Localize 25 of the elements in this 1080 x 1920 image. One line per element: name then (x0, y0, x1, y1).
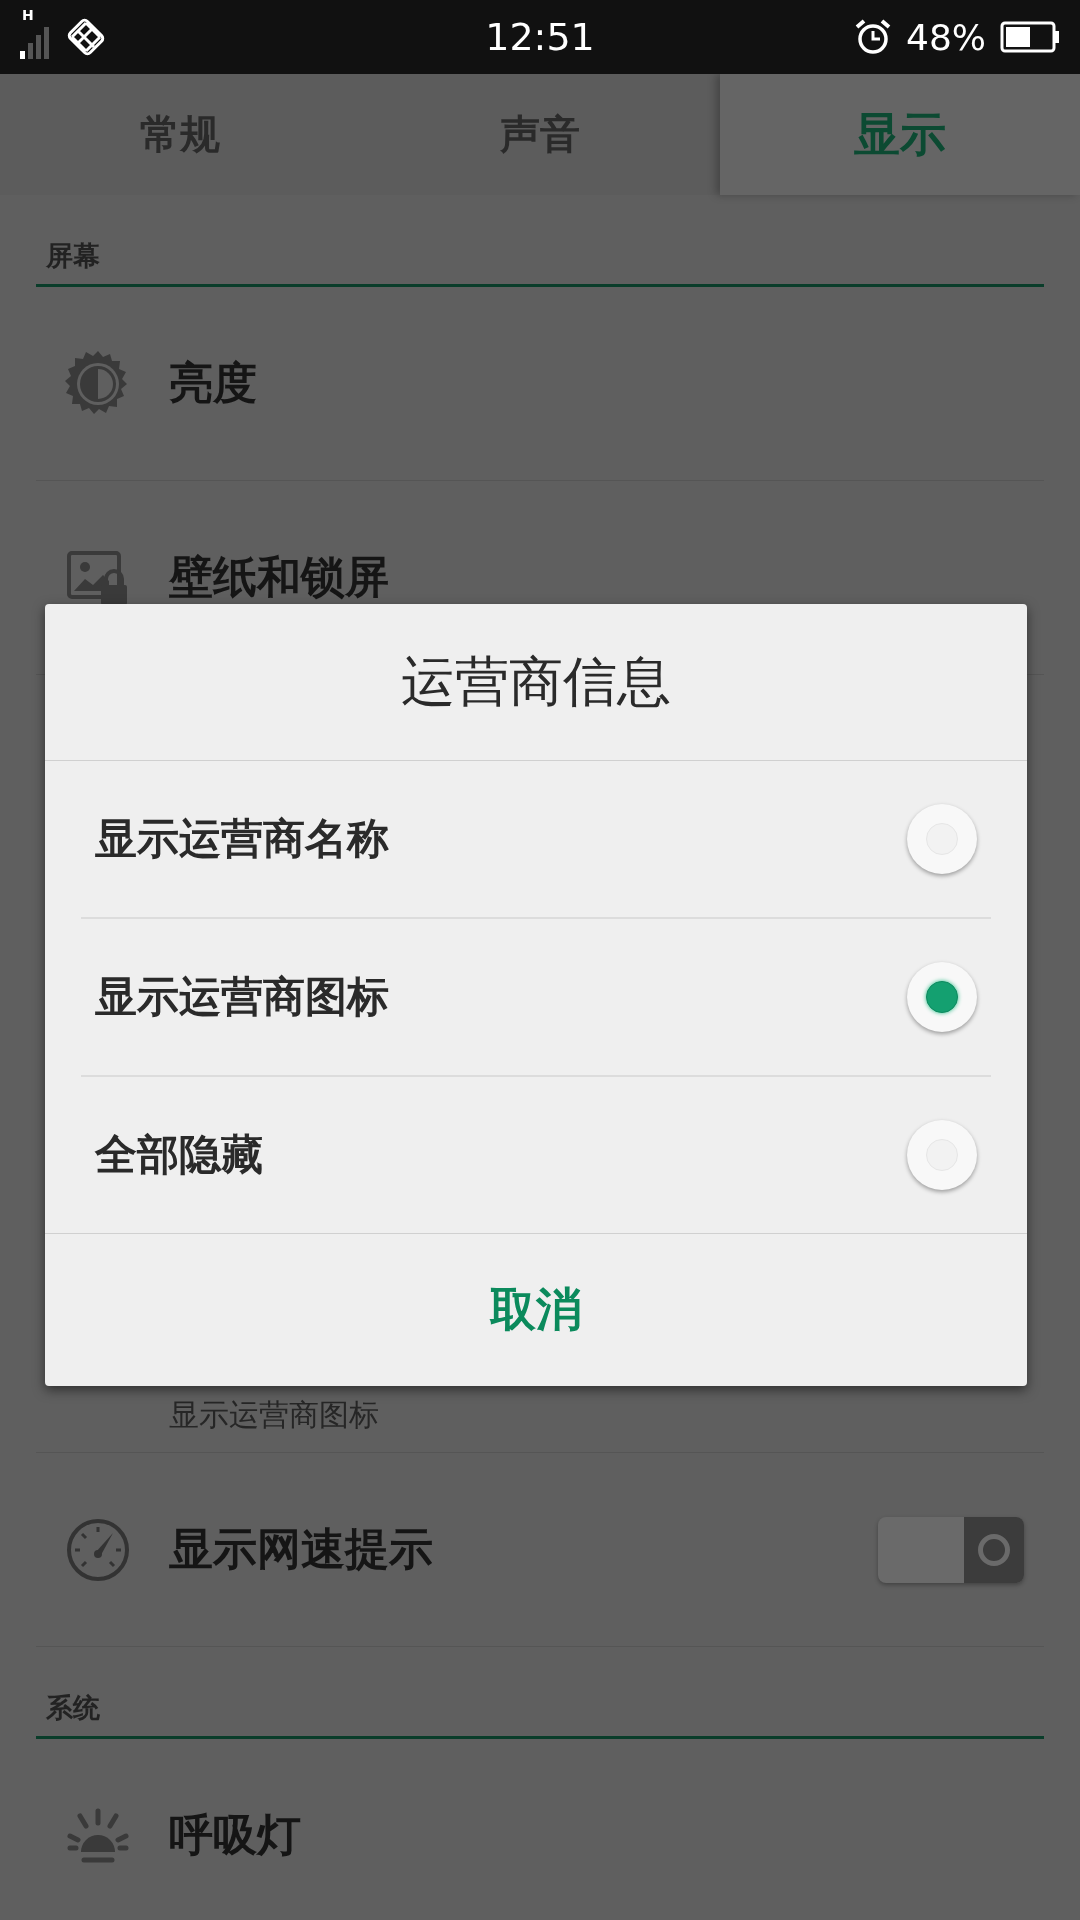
radio-button[interactable] (907, 962, 977, 1032)
breathing-light-icon (65, 1807, 130, 1864)
toggle-switch[interactable] (878, 1516, 1024, 1583)
setting-title: 亮度 (169, 356, 258, 410)
radio-option[interactable]: 显示运营商图标 (81, 919, 991, 1077)
dialog-title: 运营商信息 (45, 604, 1027, 761)
setting-title: 显示网速提示 (169, 1522, 434, 1576)
setting-title: 壁纸和锁屏 (169, 550, 390, 604)
setting-title: 呼吸灯 (169, 1808, 302, 1862)
radio-button[interactable] (907, 1120, 977, 1190)
network-type: H (22, 7, 34, 23)
alarm-icon (854, 18, 892, 56)
locked-picture-icon (66, 550, 129, 605)
radio-button[interactable] (907, 804, 977, 874)
radio-option[interactable]: 显示运营商名称 (81, 761, 991, 919)
clock: 12:51 (485, 15, 595, 59)
speedometer-icon (64, 1516, 131, 1583)
battery-percent: 48% (906, 16, 986, 58)
signal-icon (20, 25, 50, 59)
setting-subtitle: 显示运营商图标 (169, 1396, 380, 1434)
section-header: 屏幕 (46, 239, 100, 273)
cancel-button[interactable]: 取消 (45, 1233, 1027, 1386)
battery-icon (1000, 21, 1060, 53)
radio-option[interactable]: 全部隐藏 (81, 1077, 991, 1233)
section-header: 系统 (46, 1691, 100, 1725)
